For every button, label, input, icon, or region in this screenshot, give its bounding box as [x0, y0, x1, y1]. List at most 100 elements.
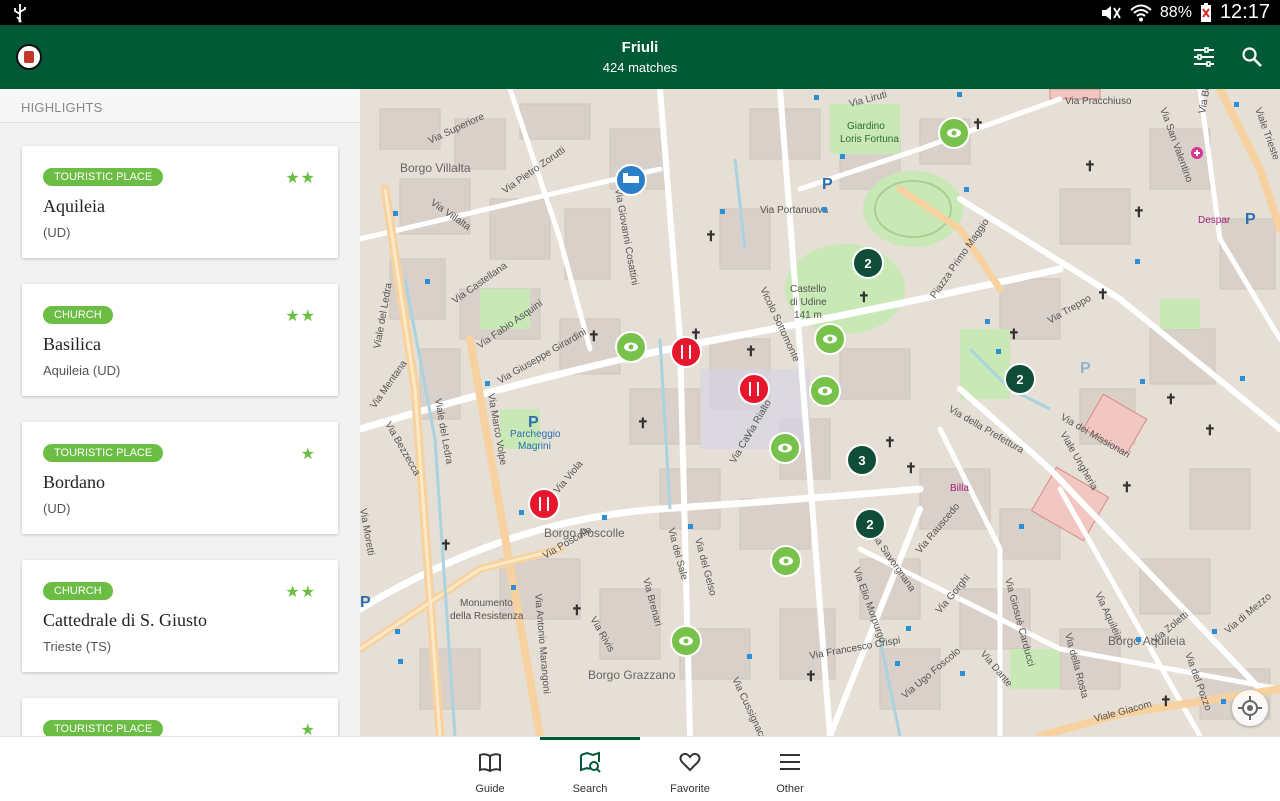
cluster-count: 2	[864, 256, 871, 271]
church-icon: ✝	[637, 415, 649, 431]
church-icon: ✝	[745, 343, 757, 359]
battery-percent: 88%	[1159, 3, 1192, 21]
sight-marker[interactable]	[770, 545, 802, 577]
nav-label: Favorite	[670, 783, 710, 795]
map-label: Billa	[950, 483, 969, 494]
cluster-marker[interactable]: 2	[854, 508, 886, 540]
highlight-card[interactable]: TOURISTIC PLACE ★ Bordano (UD)	[22, 422, 338, 534]
map-label: Via Pracchiuso	[1065, 96, 1132, 107]
app-logo-icon[interactable]	[16, 44, 42, 70]
cluster-marker[interactable]: 2	[852, 247, 884, 279]
place-name: Bordano	[43, 472, 105, 492]
place-location: (UD)	[43, 501, 71, 516]
section-header: HIGHLIGHTS	[0, 89, 360, 123]
highlight-card[interactable]: CHURCH ★★ Basilica Aquileia (UD)	[22, 284, 338, 396]
place-location: (UD)	[43, 225, 71, 240]
category-badge: TOURISTIC PLACE	[43, 720, 164, 736]
title-block: Friuli 424 matches	[440, 39, 840, 75]
parking-icon: P	[1080, 360, 1091, 377]
bottom-navigation: Guide Search Favorite Other	[0, 736, 1280, 800]
parking-icon: P	[528, 414, 539, 431]
usb-icon	[14, 4, 26, 23]
my-location-button[interactable]	[1232, 690, 1268, 726]
match-count: 424 matches	[602, 60, 678, 75]
heart-icon	[679, 752, 701, 772]
clock: 12:17	[1219, 1, 1270, 23]
church-icon: ✝	[705, 228, 717, 244]
category-badge: TOURISTIC PLACE	[43, 444, 164, 462]
nav-label: Other	[776, 783, 804, 795]
sight-marker[interactable]	[615, 331, 647, 363]
sight-marker[interactable]	[809, 375, 841, 407]
map-canvas[interactable]: Borgo Villalta Via Superiore Via Pietro …	[360, 89, 1280, 736]
nav-other[interactable]: Other	[740, 737, 840, 801]
place-location: Trieste (TS)	[43, 639, 112, 654]
menu-icon	[780, 754, 800, 770]
map-label: Magrini	[518, 441, 551, 452]
map-label: Borgo Grazzano	[588, 668, 676, 682]
parking-icon: P	[360, 594, 371, 611]
church-icon: ✝	[1160, 693, 1172, 709]
parking-icon: P	[1245, 211, 1256, 228]
church-icon: ✝	[1133, 204, 1145, 220]
status-bar: 88% 12:17	[0, 0, 1280, 25]
church-icon: ✝	[905, 460, 917, 476]
church-icon: ✝	[1121, 479, 1133, 495]
rating-stars: ★★	[285, 170, 316, 187]
restaurant-marker[interactable]	[738, 373, 770, 405]
map-view[interactable]: Borgo Villalta Via Superiore Via Pietro …	[360, 89, 1280, 736]
cluster-marker[interactable]: 3	[846, 444, 878, 476]
restaurant-marker[interactable]	[670, 336, 702, 368]
category-badge: CHURCH	[43, 306, 113, 324]
cluster-count: 3	[858, 453, 865, 468]
church-icon: ✝	[588, 328, 600, 344]
rating-stars: ★★	[285, 584, 316, 601]
rating-stars: ★	[300, 446, 316, 463]
map-search-icon	[580, 751, 601, 773]
sight-marker[interactable]	[938, 117, 970, 149]
sight-marker[interactable]	[814, 323, 846, 355]
nav-search[interactable]: Search	[540, 737, 640, 801]
category-badge: TOURISTIC PLACE	[43, 168, 164, 186]
place-name: Cattedrale di S. Giusto	[43, 610, 207, 630]
map-label: 141 m	[794, 310, 822, 321]
church-icon: ✝	[805, 668, 817, 684]
place-location: Aquileia (UD)	[43, 363, 121, 378]
highlight-card[interactable]: CHURCH ★★ Cattedrale di S. Giusto Triest…	[22, 560, 338, 672]
parking-icon: P	[822, 176, 833, 193]
sight-marker[interactable]	[769, 432, 801, 464]
highlight-card[interactable]: TOURISTIC PLACE ★★ Aquileia (UD)	[22, 146, 338, 258]
search-icon[interactable]	[1240, 45, 1264, 69]
church-icon: ✝	[1097, 286, 1109, 302]
nav-favorite[interactable]: Favorite	[640, 737, 740, 801]
nav-label: Guide	[475, 783, 505, 795]
map-label: di Udine	[790, 297, 827, 308]
restaurant-marker[interactable]	[528, 488, 560, 520]
map-label: Borgo Villalta	[400, 161, 471, 175]
church-icon: ✝	[884, 434, 896, 450]
map-label: Via Portanuova	[760, 205, 829, 216]
map-label: della Resistenza	[450, 611, 524, 622]
crosshair-icon	[1238, 696, 1262, 720]
cluster-marker[interactable]: 2	[1004, 363, 1036, 395]
cluster-count: 2	[866, 517, 873, 532]
filter-icon[interactable]	[1192, 45, 1216, 69]
church-icon: ✝	[858, 289, 870, 305]
sight-marker[interactable]	[670, 625, 702, 657]
church-icon: ✝	[1204, 422, 1216, 438]
church-icon: ✝	[972, 116, 984, 132]
map-label: Loris Fortuna	[840, 134, 899, 145]
category-badge: CHURCH	[43, 582, 113, 600]
book-open-icon	[479, 753, 501, 773]
highlight-card[interactable]: TOURISTIC PLACE ★	[22, 698, 338, 736]
app-bar: Friuli 424 matches	[0, 25, 1280, 89]
mute-icon	[1101, 5, 1121, 20]
rating-stars: ★★	[285, 308, 316, 325]
page-title: Friuli	[621, 39, 659, 56]
cluster-count: 2	[1016, 372, 1023, 387]
church-icon: ✝	[1084, 158, 1096, 174]
hotel-marker[interactable]	[615, 164, 647, 196]
nav-guide[interactable]: Guide	[440, 737, 540, 801]
place-name: Basilica	[43, 334, 101, 354]
wifi-icon	[1130, 4, 1152, 21]
